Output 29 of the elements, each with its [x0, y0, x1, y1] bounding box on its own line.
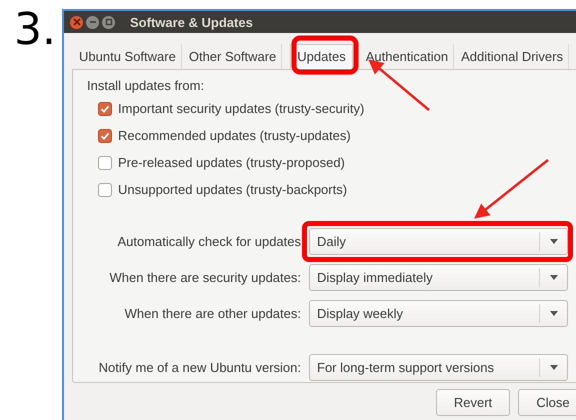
setting-label: When there are security updates: [108, 270, 301, 285]
dropdown[interactable]: Display immediately [309, 264, 568, 291]
checkbox[interactable] [98, 156, 112, 170]
dropdown[interactable]: Display weekly [309, 300, 568, 327]
dropdown[interactable]: Daily [309, 228, 568, 255]
checkbox[interactable] [98, 128, 112, 142]
step-number: 3. [13, 3, 57, 57]
dialog-button[interactable]: Close [518, 389, 576, 416]
setting-label: When there are other updates: [124, 306, 301, 321]
checkbox-label: Important security updates (trusty-security) [118, 101, 364, 116]
dropdown-arrow-icon [550, 311, 558, 316]
setting-label: Automatically check for updates [116, 234, 301, 249]
dropdown-arrow-icon [550, 239, 558, 244]
checkbox-label: Recommended updates (trusty-updates) [118, 128, 351, 143]
setting-label: Notify me of a new Ubuntu version: [98, 360, 301, 375]
dropdown-arrow-icon [550, 275, 558, 280]
window-title: Software & Updates [130, 14, 253, 30]
checkbox-label: Unsupported updates (trusty-backports) [118, 182, 348, 197]
section-heading: Install updates from: [87, 78, 206, 93]
dialog-button[interactable]: Revert [436, 389, 510, 416]
checkbox-label: Pre-released updates (trusty-proposed) [118, 155, 345, 170]
dropdown-arrow-icon [550, 365, 558, 370]
highlight-frame [292, 36, 358, 74]
maximize-icon[interactable] [102, 16, 115, 28]
checkbox[interactable] [98, 182, 112, 196]
close-icon[interactable] [70, 16, 83, 28]
minimize-icon[interactable] [86, 16, 99, 28]
dropdown[interactable]: For long-term support versions [309, 354, 568, 381]
checkbox[interactable] [98, 102, 112, 116]
